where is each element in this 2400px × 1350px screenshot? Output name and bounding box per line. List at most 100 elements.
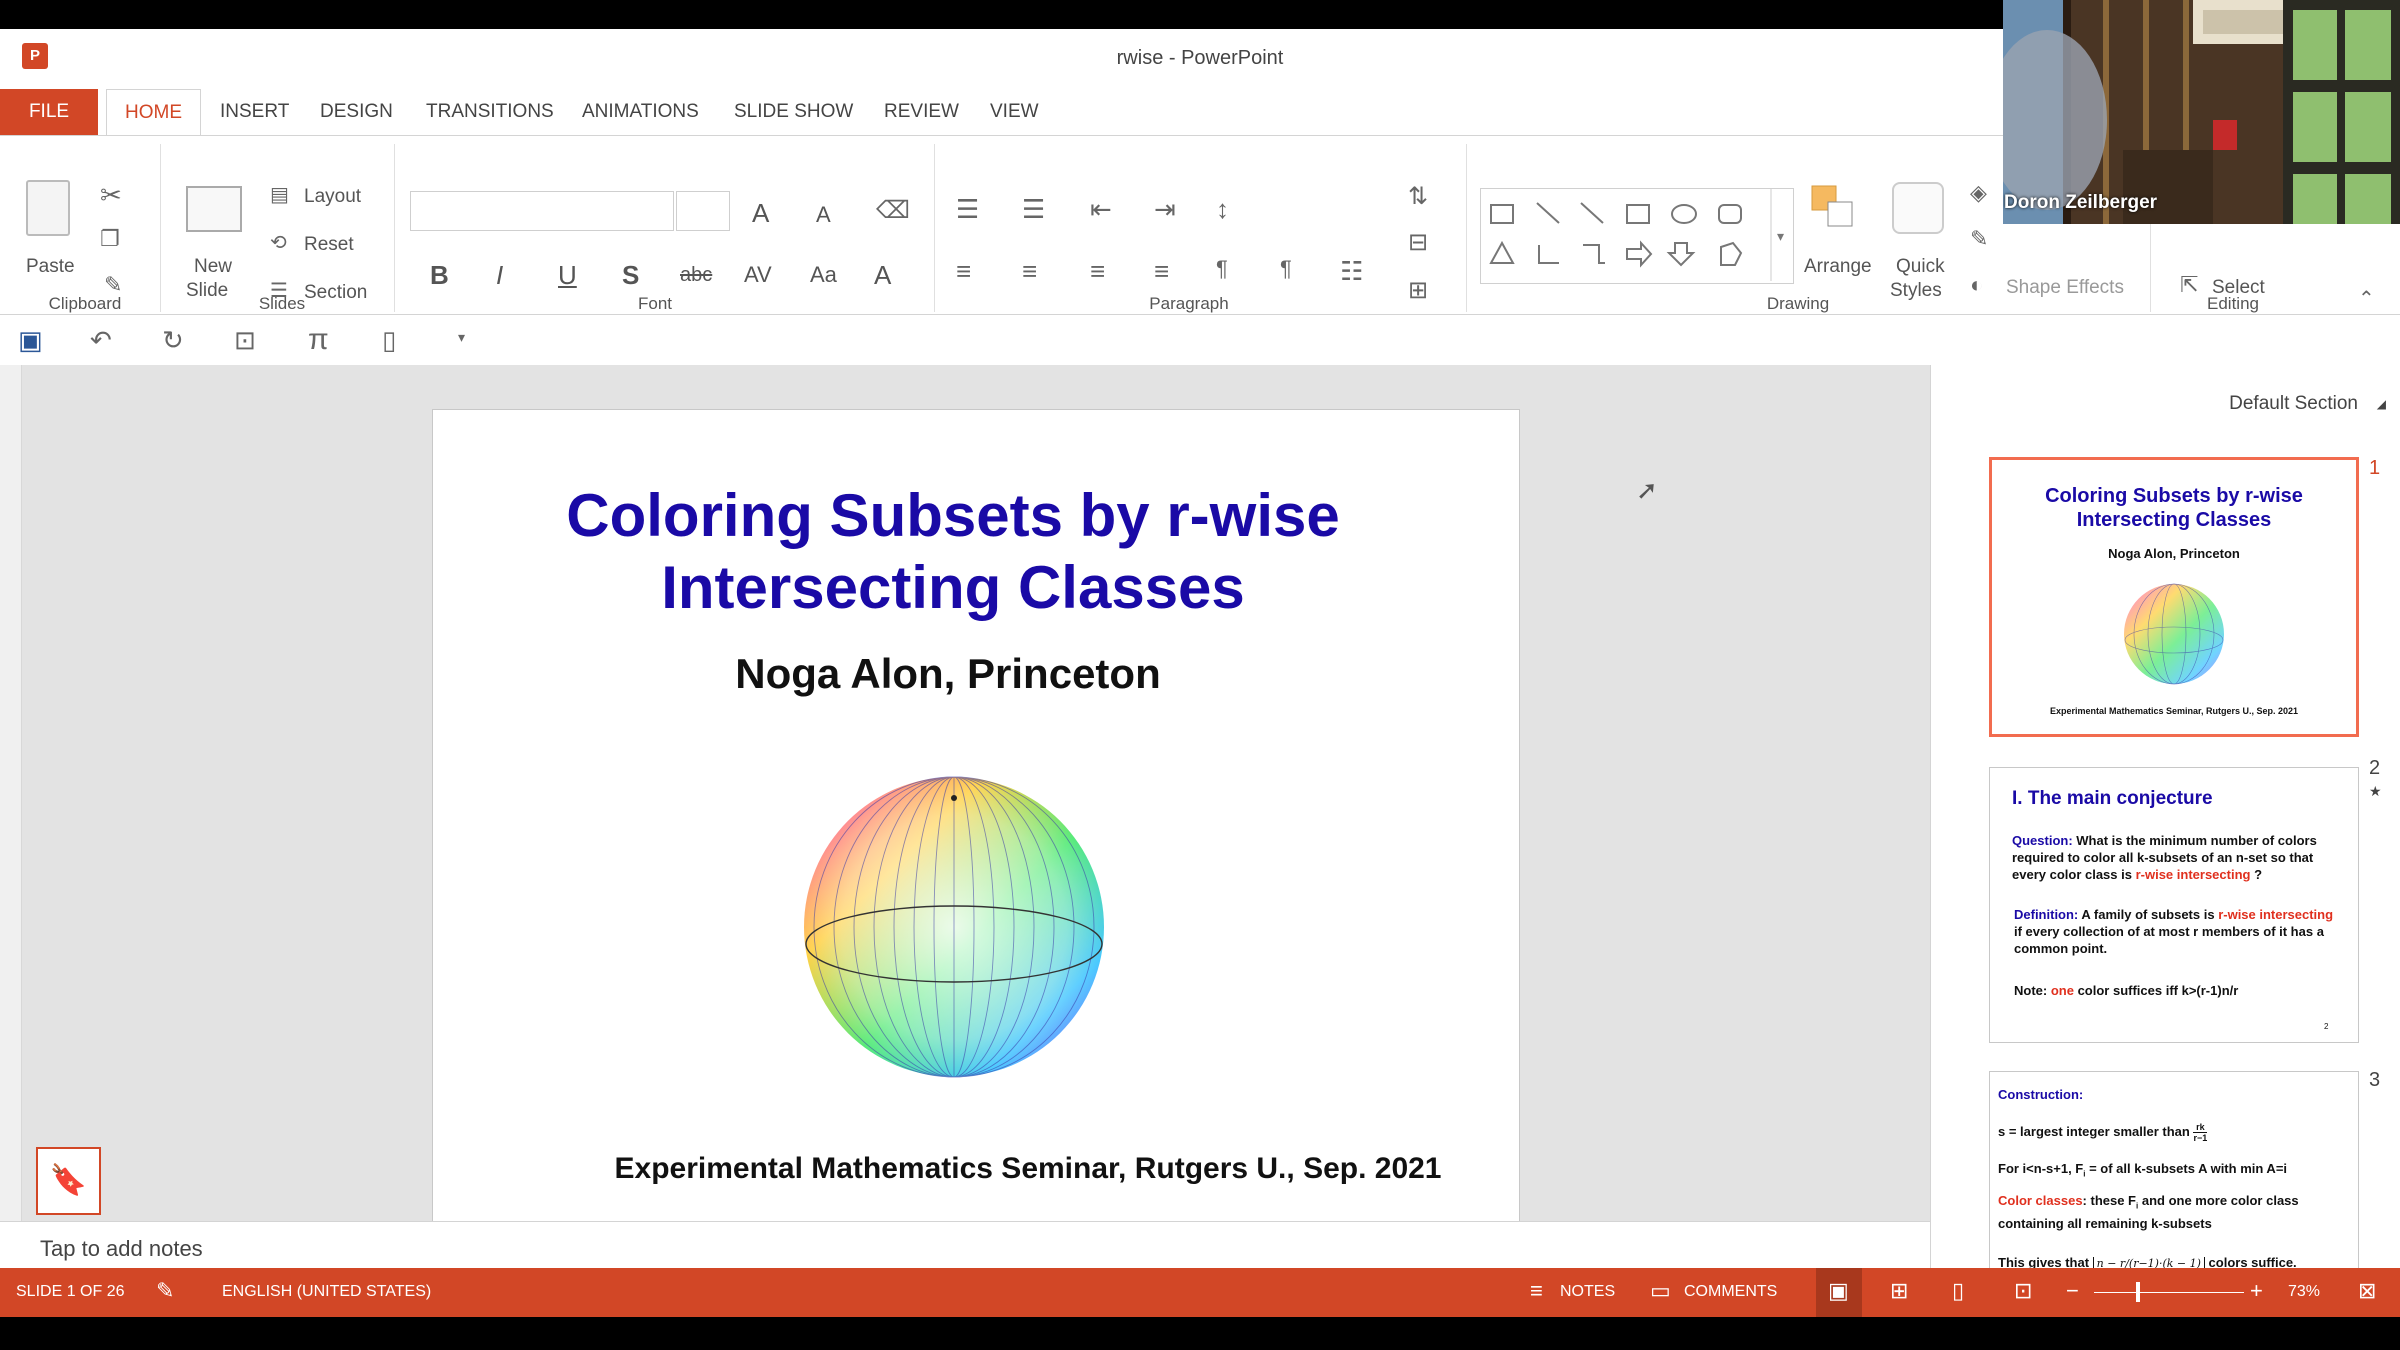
- bullets-icon[interactable]: ☰: [956, 194, 979, 225]
- notes-pane[interactable]: Tap to add notes: [0, 1221, 1930, 1275]
- align-right-icon[interactable]: ≡: [1090, 256, 1105, 287]
- current-slide[interactable]: Coloring Subsets by r-wise Intersecting …: [432, 409, 1520, 1227]
- reading-view-icon[interactable]: ▯: [1952, 1278, 1964, 1304]
- reset-icon[interactable]: ⟲: [270, 230, 287, 255]
- thumbnail-slide-3[interactable]: Construction: s = largest integer smalle…: [1989, 1071, 2359, 1281]
- shapes-gallery[interactable]: ▾: [1480, 188, 1794, 284]
- align-text-icon[interactable]: ⊟: [1408, 228, 1428, 257]
- align-center-icon[interactable]: ≡: [1022, 256, 1037, 287]
- save-icon[interactable]: ▣: [18, 325, 43, 356]
- fit-to-window-icon[interactable]: ⊠: [2358, 1278, 2376, 1304]
- zoom-level[interactable]: 73%: [2288, 1283, 2320, 1301]
- normal-view-button[interactable]: ▣: [1816, 1268, 1862, 1317]
- change-case-button[interactable]: Aa: [810, 262, 837, 288]
- bold-button[interactable]: B: [430, 260, 449, 291]
- redo-icon[interactable]: ↻: [162, 325, 184, 356]
- thumb-2-page-mark: 2: [2324, 1022, 2329, 1031]
- tab-animations[interactable]: ANIMATIONS: [564, 89, 717, 135]
- thumbnail-slide-1[interactable]: Coloring Subsets by r-wise Intersecting …: [1989, 457, 2359, 737]
- italic-button[interactable]: I: [496, 260, 503, 291]
- font-color-button[interactable]: A: [874, 260, 891, 291]
- decrease-indent-icon[interactable]: ⇤: [1090, 194, 1112, 225]
- cut-icon[interactable]: ✂: [100, 180, 122, 211]
- layout-button[interactable]: Layout: [304, 186, 361, 208]
- paste-icon[interactable]: [26, 180, 70, 236]
- thumb-2-question-end: ?: [2250, 867, 2263, 882]
- zoom-in-button[interactable]: +: [2250, 1278, 2263, 1304]
- tab-home[interactable]: HOME: [106, 89, 201, 136]
- new-slide-label-2[interactable]: Slide: [186, 280, 228, 302]
- quick-styles-label-1[interactable]: Quick: [1896, 256, 1945, 278]
- quick-styles-label-2[interactable]: Styles: [1890, 280, 1942, 302]
- notes-icon[interactable]: ≡: [1530, 1278, 1543, 1304]
- tab-insert[interactable]: INSERT: [202, 89, 307, 135]
- arrange-icon[interactable]: [1808, 182, 1858, 232]
- notes-button[interactable]: NOTES: [1560, 1283, 1615, 1301]
- shape-effects-button[interactable]: Shape Effects: [2006, 277, 2124, 299]
- ltr-icon[interactable]: ¶: [1216, 256, 1228, 282]
- editing-group-label: Editing: [2207, 294, 2259, 313]
- tab-review[interactable]: REVIEW: [866, 89, 977, 135]
- zoom-slider[interactable]: [2094, 1292, 2244, 1293]
- comments-icon[interactable]: ▭: [1650, 1278, 1671, 1304]
- customize-toolbar-icon[interactable]: ▾: [458, 329, 465, 346]
- line-spacing-icon[interactable]: ↕: [1216, 194, 1229, 225]
- underline-button[interactable]: U: [558, 260, 577, 291]
- section-header[interactable]: Default Section: [2229, 393, 2358, 415]
- shape-fill-icon[interactable]: ◈: [1970, 180, 1987, 206]
- zoom-out-button[interactable]: −: [2066, 1278, 2079, 1304]
- sphere-image[interactable]: [799, 772, 1109, 1082]
- align-left-icon[interactable]: ≡: [956, 256, 971, 287]
- numbering-icon[interactable]: ☰: [1022, 194, 1045, 225]
- shape-effects-icon[interactable]: ◐: [1970, 272, 1983, 298]
- slide-counter[interactable]: SLIDE 1 OF 26: [16, 1283, 125, 1301]
- spelling-check-icon[interactable]: ✎: [156, 1278, 174, 1304]
- tab-file[interactable]: FILE: [0, 89, 98, 135]
- tab-design[interactable]: DESIGN: [302, 89, 411, 135]
- strikethrough-button[interactable]: abc: [680, 264, 712, 287]
- undo-icon[interactable]: ↶: [90, 325, 112, 356]
- columns-icon[interactable]: ☷: [1340, 256, 1363, 287]
- slideshow-icon[interactable]: ⊡: [2014, 1278, 2032, 1304]
- collapse-section-icon[interactable]: ◢: [2377, 397, 2386, 411]
- webcam-frame: [2003, 0, 2400, 224]
- equation-icon[interactable]: π: [308, 323, 329, 357]
- text-direction-icon[interactable]: ⇅: [1408, 182, 1428, 211]
- font-name-input[interactable]: [410, 191, 674, 231]
- bookmark-icon[interactable]: 🔖: [36, 1147, 101, 1215]
- increase-indent-icon[interactable]: ⇥: [1154, 194, 1176, 225]
- new-slide-label-1[interactable]: New: [194, 256, 232, 278]
- new-document-icon[interactable]: ▯: [382, 325, 396, 356]
- slide-sorter-icon[interactable]: ⊞: [1890, 1278, 1908, 1304]
- slide-footer[interactable]: Experimental Mathematics Seminar, Rutger…: [553, 1152, 1503, 1186]
- shrink-font-button[interactable]: A: [816, 202, 831, 228]
- shape-outline-icon[interactable]: ✎: [1970, 226, 1988, 252]
- quick-styles-icon[interactable]: [1892, 182, 1944, 234]
- collapse-ribbon-icon[interactable]: ⌃: [2358, 286, 2375, 311]
- character-spacing-button[interactable]: AV: [744, 262, 772, 288]
- thumbnail-slide-2[interactable]: I. The main conjecture Question: What is…: [1989, 767, 2359, 1043]
- new-slide-icon[interactable]: [186, 186, 242, 232]
- clear-formatting-icon[interactable]: ⌫: [876, 196, 910, 225]
- justify-icon[interactable]: ≡: [1154, 256, 1169, 287]
- slide-title[interactable]: Coloring Subsets by r-wise Intersecting …: [433, 480, 1473, 624]
- slide-author[interactable]: Noga Alon, Princeton: [433, 650, 1463, 698]
- tab-transitions[interactable]: TRANSITIONS: [408, 89, 572, 135]
- grow-font-button[interactable]: A: [752, 198, 769, 229]
- layout-icon[interactable]: ▤: [270, 182, 289, 207]
- smartart-icon[interactable]: ⊞: [1408, 276, 1428, 305]
- tab-slide-show[interactable]: SLIDE SHOW: [716, 89, 871, 135]
- paste-button[interactable]: Paste: [26, 256, 75, 278]
- shadow-button[interactable]: S: [622, 260, 639, 291]
- start-slideshow-icon[interactable]: ⊡: [234, 325, 256, 356]
- zoom-slider-handle[interactable]: [2136, 1282, 2140, 1302]
- comments-button[interactable]: COMMENTS: [1684, 1283, 1777, 1301]
- copy-icon[interactable]: ❐: [100, 226, 120, 252]
- language-indicator[interactable]: ENGLISH (UNITED STATES): [222, 1283, 431, 1301]
- rtl-icon[interactable]: ¶: [1280, 256, 1292, 282]
- reset-button[interactable]: Reset: [304, 234, 354, 256]
- font-size-input[interactable]: [676, 191, 730, 231]
- arrange-button[interactable]: Arrange: [1804, 256, 1872, 278]
- tab-view[interactable]: VIEW: [972, 89, 1057, 135]
- notes-placeholder[interactable]: Tap to add notes: [40, 1236, 203, 1262]
